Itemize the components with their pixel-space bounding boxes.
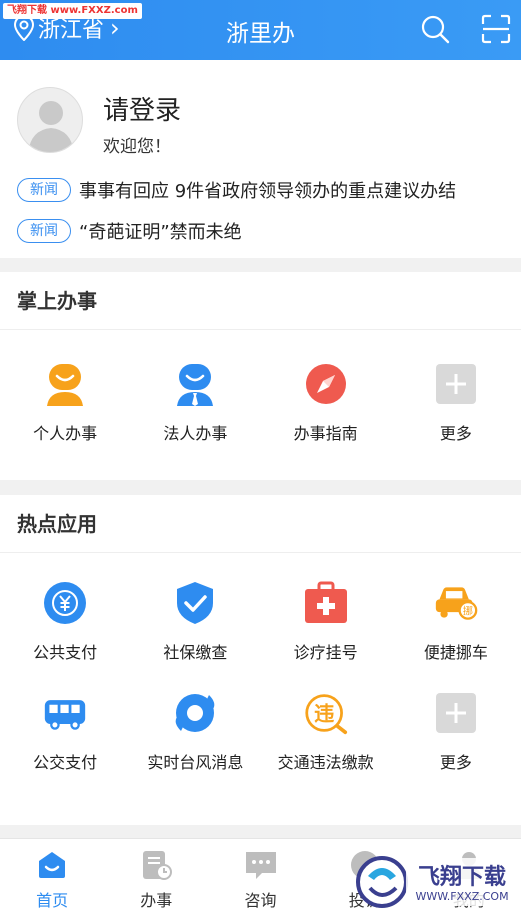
section-title: 热点应用 [0,495,521,553]
app-label: 实时台风消息 [147,753,244,772]
news-tag: 新闻 [17,219,71,243]
home-icon [39,852,66,878]
corporate-icon [173,362,217,406]
tab-label: 咨询 [244,891,277,910]
app-more[interactable]: 更多 [391,691,521,773]
tab-home[interactable]: 首页 [0,839,104,914]
watermark-url: WWW.FXXZ.COM [415,890,508,903]
app-bus-payment[interactable]: 公交支付 [0,691,130,773]
tab-label: 首页 [36,891,69,910]
scan-icon[interactable] [481,14,511,44]
search-icon[interactable] [420,14,450,44]
services-section: 掌上办事 个人办事 法人办事 办事指南 更多 [0,272,521,480]
watermark-brand: 飞翔下载 [418,864,506,890]
tab-consult[interactable]: 咨询 [208,839,312,914]
news-headline: “奇葩证明”禁而未绝 [79,222,242,243]
medical-kit-icon [304,581,348,625]
svg-text:挪: 挪 [463,604,473,617]
service-corporate[interactable]: 法人办事 [130,362,260,444]
app-label: 社保缴查 [163,643,228,662]
service-label: 办事指南 [293,424,358,443]
person-icon [43,362,87,406]
svg-text:违: 违 [314,701,334,725]
news-headline: 事事有回应 9件省政府领导领办的重点建议办结 [79,181,457,202]
compass-icon [304,362,348,406]
welcome-text: 欢迎您！ [103,137,171,157]
hot-apps-section: 热点应用 公共支付 社保缴查 诊疗挂号 挪 便捷挪车 公交支付 实时台风消息 违… [0,495,521,825]
avatar[interactable] [17,87,83,153]
traffic-fine-icon: 违 [304,691,348,735]
tab-services[interactable]: 办事 [104,839,208,914]
app-social-security[interactable]: 社保缴查 [130,581,260,663]
bus-icon [43,691,87,735]
app-label: 便捷挪车 [423,643,488,662]
section-title: 掌上办事 [0,272,521,330]
plus-icon [434,691,478,735]
tab-label: 办事 [140,891,173,910]
app-label: 更多 [439,753,472,772]
car-icon: 挪 [434,581,478,625]
profile-card: 请登录 欢迎您！ 新闻 事事有回应 9件省政府领导领办的重点建议办结 新闻 “奇… [0,60,521,258]
app-move-car[interactable]: 挪 便捷挪车 [391,581,521,663]
user-placeholder-icon [28,101,74,152]
plus-icon [434,362,478,406]
service-label: 更多 [439,424,472,443]
news-item[interactable]: 新闻 事事有回应 9件省政府领导领办的重点建议办结 [17,177,517,203]
app-label: 公交支付 [33,753,98,772]
chat-icon [245,852,276,879]
app-medical-registration[interactable]: 诊疗挂号 [261,581,391,663]
shield-check-icon [173,581,217,625]
app-label: 交通违法缴款 [277,753,374,772]
app-public-payment[interactable]: 公共支付 [0,581,130,663]
service-label: 个人办事 [33,424,98,443]
service-personal[interactable]: 个人办事 [0,362,130,444]
service-guide[interactable]: 办事指南 [261,362,391,444]
app-traffic-fine[interactable]: 违 交通违法缴款 [261,691,391,773]
news-tag: 新闻 [17,178,71,202]
app-label: 公共支付 [33,643,98,662]
login-link[interactable]: 请登录 [103,90,181,127]
yen-icon [43,581,87,625]
app-label: 诊疗挂号 [293,643,358,662]
typhoon-icon [173,691,217,735]
watermark-badge: 飞翔下载 WWW.FXXZ.COM [356,850,521,914]
news-item[interactable]: 新闻 “奇葩证明”禁而未绝 [17,218,517,244]
app-header: 浙江省 › 浙里办 飞翔下载 www.FXXZ.com [0,0,521,60]
app-typhoon[interactable]: 实时台风消息 [130,691,260,773]
watermark: 飞翔下载 www.FXXZ.com [3,3,142,19]
service-label: 法人办事 [163,424,228,443]
service-more[interactable]: 更多 [391,362,521,444]
document-clock-icon [143,851,173,880]
